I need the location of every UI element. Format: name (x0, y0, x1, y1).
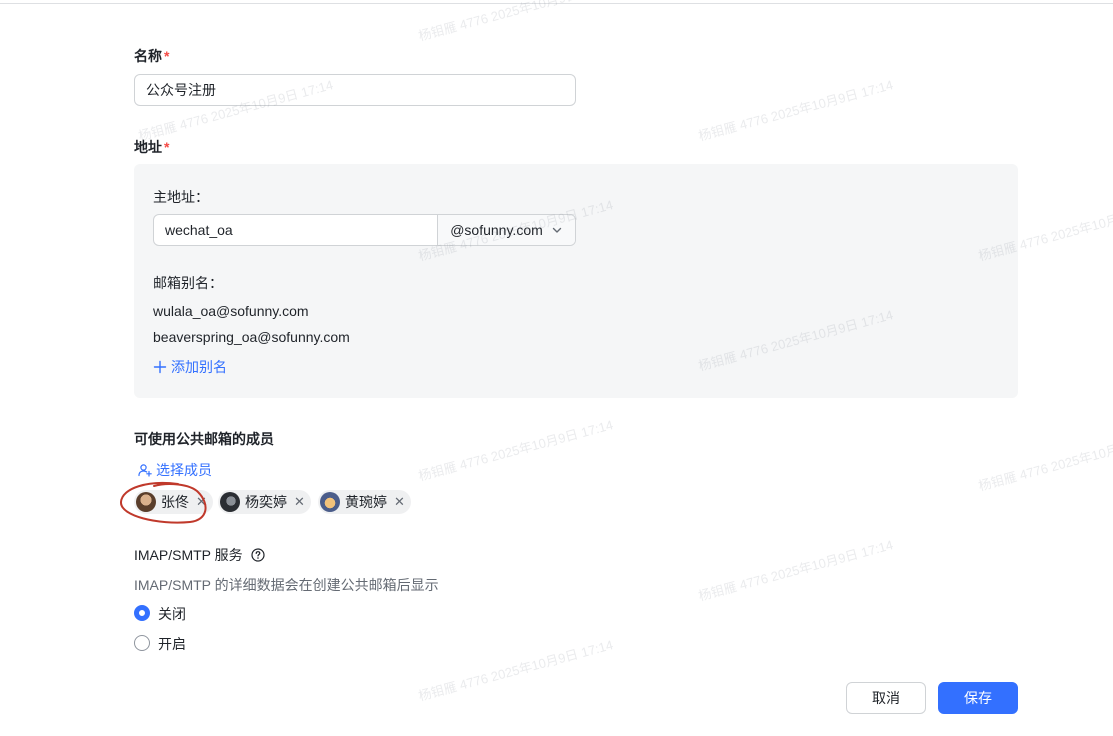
help-icon[interactable] (251, 548, 265, 562)
save-button[interactable]: 保存 (938, 682, 1018, 714)
member-name: 杨奕婷 (245, 494, 287, 510)
imap-off-radio[interactable] (134, 605, 150, 621)
member-chip: 张佟 ✕ (134, 490, 213, 514)
name-input-value: 公众号注册 (146, 82, 216, 98)
imap-on-radio[interactable] (134, 635, 150, 651)
avatar (320, 492, 340, 512)
imap-label: IMAP/SMTP 服务 (134, 547, 243, 563)
cancel-button[interactable]: 取消 (846, 682, 926, 714)
chevron-down-icon (552, 227, 561, 233)
name-field-label: 名称 * (134, 48, 170, 64)
imap-hint: IMAP/SMTP 的详细数据会在创建公共邮箱后显示 (134, 577, 439, 593)
address-panel (134, 164, 1018, 398)
required-mark: * (164, 139, 170, 155)
avatar (220, 492, 240, 512)
imap-on-label[interactable]: 开启 (158, 634, 186, 654)
domain-select[interactable]: @sofunny.com (438, 215, 575, 245)
top-divider (0, 3, 1113, 4)
close-icon[interactable]: ✕ (196, 494, 207, 510)
select-members-link[interactable]: 选择成员 (138, 460, 212, 480)
member-chip: 杨奕婷 ✕ (218, 490, 311, 514)
select-members-label: 选择成员 (156, 462, 212, 478)
watermark: 杨钼雁 4776 2025年10月9日 17:14 (696, 77, 895, 144)
main-address-local-value: wechat_oa (165, 222, 233, 238)
alias-label: 邮箱别名： (153, 275, 223, 291)
member-name: 张佟 (161, 494, 189, 510)
members-label: 可使用公共邮箱的成员 (134, 431, 274, 447)
domain-select-value: @sofunny.com (450, 222, 543, 238)
main-address-input[interactable]: wechat_oa (154, 215, 438, 245)
plus-icon (153, 360, 167, 374)
watermark: 杨钼雁 4776 2025年10月9日 17:14 (976, 427, 1113, 494)
alias-item: beaverspring_oa@sofunny.com (153, 329, 350, 345)
required-mark: * (164, 48, 170, 64)
imap-off-label[interactable]: 关闭 (158, 604, 186, 624)
avatar (136, 492, 156, 512)
close-icon[interactable]: ✕ (394, 494, 405, 510)
imap-section-header: IMAP/SMTP 服务 (134, 545, 265, 565)
add-alias-label: 添加别名 (171, 359, 227, 375)
close-icon[interactable]: ✕ (294, 494, 305, 510)
name-input[interactable]: 公众号注册 (134, 74, 576, 106)
watermark: 杨钼雁 4776 2025年10月9日 17:14 (416, 637, 615, 704)
watermark: 杨钼雁 4776 2025年10月9日 17:14 (416, 417, 615, 484)
alias-item: wulala_oa@sofunny.com (153, 303, 309, 319)
member-name: 黄琬婷 (345, 494, 387, 510)
address-field-label: 地址 * (134, 139, 170, 155)
main-address-label: 主地址： (153, 189, 209, 205)
main-address-combo: wechat_oa @sofunny.com (153, 214, 576, 246)
watermark: 杨钼雁 4776 2025年10月9日 17:14 (696, 537, 895, 604)
add-user-icon (138, 464, 152, 477)
member-chip: 黄琬婷 ✕ (318, 490, 411, 514)
add-alias-link[interactable]: 添加别名 (153, 357, 227, 377)
watermark: 杨钼雁 4776 2025年10月9日 17:14 (416, 0, 615, 44)
